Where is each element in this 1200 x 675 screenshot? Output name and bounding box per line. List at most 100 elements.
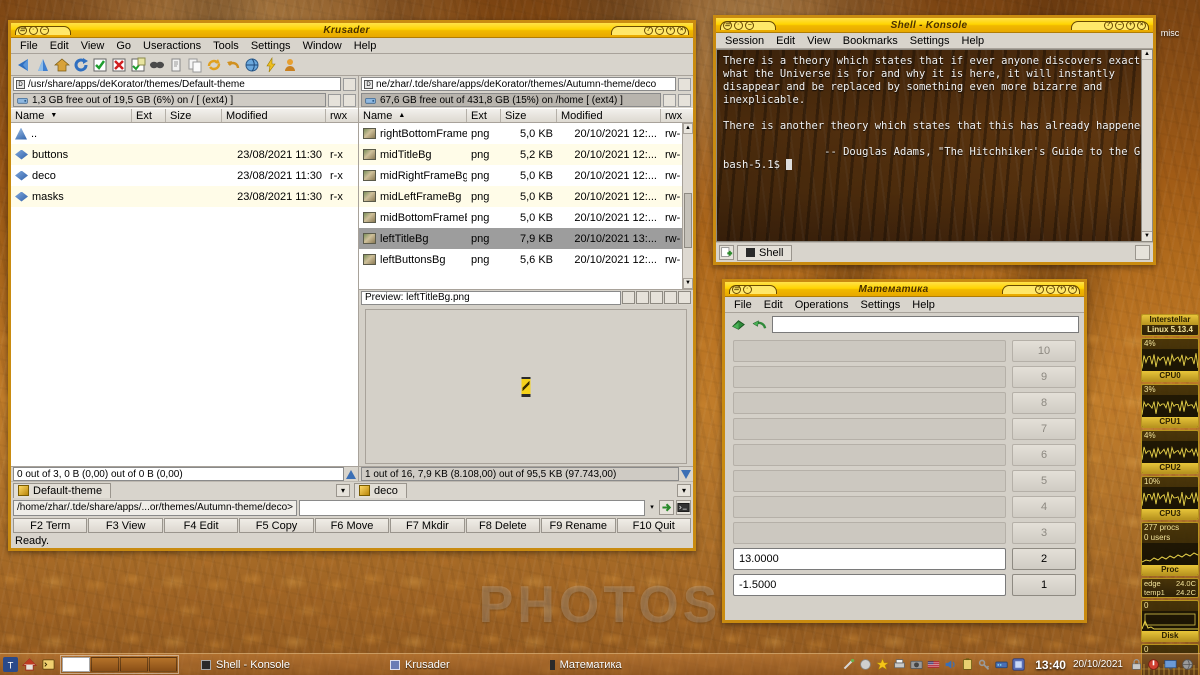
palette-icon[interactable]: [678, 291, 691, 304]
menu-button[interactable]: ☰: [18, 26, 27, 35]
calc-menu-button[interactable]: ☰: [732, 285, 741, 294]
new-icon[interactable]: [730, 317, 747, 332]
table-row[interactable]: buttons 23/08/2021 11:30 r-x: [11, 144, 358, 165]
menu-icon[interactable]: T: [3, 657, 18, 672]
calculator-value-field[interactable]: [733, 366, 1006, 388]
right-header-size[interactable]: Size: [501, 109, 557, 122]
left-history-button[interactable]: [328, 94, 341, 107]
menu-window[interactable]: Window: [297, 39, 348, 53]
krusader-titlebar[interactable]: ☰ ◦ ‒ Krusader ? ‒ + ×: [11, 23, 693, 38]
calculator-window[interactable]: ☰ ◦ Математика ? ‒ + × File Edit Operati…: [722, 279, 1087, 623]
konsole-maximize-button[interactable]: +: [1126, 21, 1135, 30]
table-row[interactable]: rightBottomFrameBgpng5,0 KB20/10/2021 12…: [359, 123, 693, 144]
shade-button[interactable]: ‒: [40, 26, 49, 35]
undo-icon[interactable]: [751, 317, 768, 332]
sticky-button[interactable]: ◦: [29, 26, 38, 35]
menu-useractions[interactable]: Useractions: [137, 39, 207, 53]
desktop-4[interactable]: [149, 657, 177, 672]
calculator-index-button[interactable]: 3: [1012, 522, 1076, 544]
unselect-group-icon[interactable]: [111, 57, 127, 73]
calculator-value-field[interactable]: 13.0000: [733, 548, 1006, 570]
table-row[interactable]: midRightFrameBg png 5,0 KB 20/10/2021 12:..…: [359, 165, 693, 186]
right-header-ext[interactable]: Ext: [467, 109, 501, 122]
volume-icon[interactable]: [944, 658, 957, 671]
refresh-icon[interactable]: [73, 57, 89, 73]
fkey-f4-edit[interactable]: F4 Edit: [164, 518, 238, 533]
camera-icon[interactable]: [910, 658, 923, 671]
krusader-menubar[interactable]: File Edit View Go Useractions Tools Sett…: [11, 38, 693, 54]
left-path-input[interactable]: D /usr/share/apps/deKorator/themes/Defau…: [13, 77, 341, 91]
calculator-row[interactable]: 4: [733, 496, 1076, 518]
krusader-command-row[interactable]: /home/zhar/.tde/share/apps/...or/themes/…: [11, 498, 693, 517]
chevron-down-icon[interactable]: ▾: [647, 500, 657, 516]
calculator-value-field[interactable]: [733, 418, 1006, 440]
info-icon[interactable]: [622, 291, 635, 304]
right-path-input[interactable]: D ne/zhar/.tde/share/apps/deKorator/them…: [361, 77, 676, 91]
fkey-f7-mkdir[interactable]: F7 Mkdir: [390, 518, 464, 533]
table-row[interactable]: leftTitleBg png 7,9 KB 20/10/2021 13:... rw-: [359, 228, 693, 249]
taskbar-task-calculator[interactable]: Математика: [542, 656, 630, 673]
back-icon[interactable]: [16, 57, 32, 73]
left-header-rwx[interactable]: rwx: [326, 109, 358, 122]
root-mode-icon[interactable]: [282, 57, 298, 73]
battery-icon[interactable]: [961, 658, 974, 671]
calc-sticky-button[interactable]: ◦: [743, 285, 752, 294]
left-header-name[interactable]: Name ▼: [11, 109, 132, 122]
key-icon[interactable]: [978, 658, 991, 671]
left-column-headers[interactable]: Name ▼ Ext Size Modified rwx: [11, 108, 358, 123]
menu-go[interactable]: Go: [110, 39, 137, 53]
select-group-icon[interactable]: [92, 57, 108, 73]
calc-help-button[interactable]: ?: [1035, 285, 1044, 294]
menu-file[interactable]: File: [14, 39, 44, 53]
taskbar-task-krusader[interactable]: Krusader: [382, 656, 458, 673]
right-path-row[interactable]: D ne/zhar/.tde/share/apps/deKorator/them…: [359, 76, 693, 92]
scroll-up-icon[interactable]: ▲: [683, 123, 693, 134]
calculator-index-button[interactable]: 6: [1012, 444, 1076, 466]
table-row[interactable]: deco 23/08/2021 11:30 r-x: [11, 165, 358, 186]
left-file-list[interactable]: .. buttons 23/08/2021 11:30 r-x deco 23/08/20…: [11, 123, 358, 466]
konsole-window[interactable]: ☰ ◦ ‒ Shell - Konsole ? ‒ + × Session Ed…: [713, 15, 1156, 265]
properties-icon[interactable]: [168, 57, 184, 73]
taskbar-task-konsole[interactable]: Shell - Konsole: [193, 656, 298, 673]
calc-menu-edit[interactable]: Edit: [758, 298, 789, 312]
right-file-list[interactable]: ▲ ▼ rightBottomFrameBgpng5,0 KB20/10/202…: [359, 123, 693, 289]
calculator-index-button[interactable]: 1: [1012, 574, 1076, 596]
quick-search-icon[interactable]: [263, 57, 279, 73]
menu-help[interactable]: Help: [348, 39, 383, 53]
right-header-rwx[interactable]: rwx: [661, 109, 693, 122]
compare-icon[interactable]: [149, 57, 165, 73]
krusader-window[interactable]: ☰ ◦ ‒ Krusader ? ‒ + × File Edit View Go…: [8, 20, 696, 551]
calculator-row[interactable]: 5: [733, 470, 1076, 492]
konsole-menu-help[interactable]: Help: [956, 34, 991, 48]
left-panel[interactable]: D /usr/share/apps/deKorator/themes/Defau…: [11, 76, 359, 481]
invert-selection-icon[interactable]: [130, 57, 146, 73]
printer-icon[interactable]: [893, 658, 906, 671]
right-path-browse-button[interactable]: [678, 78, 691, 91]
left-tab-list-button[interactable]: ▾: [336, 484, 350, 497]
reload-icon[interactable]: [650, 291, 663, 304]
calc-menu-settings[interactable]: Settings: [855, 298, 907, 312]
new-session-icon[interactable]: [719, 245, 734, 260]
calculator-row[interactable]: 3: [733, 522, 1076, 544]
konsole-icon[interactable]: [41, 657, 56, 672]
app-icon[interactable]: [1012, 658, 1025, 671]
left-tabs[interactable]: Default-theme ▾: [11, 482, 352, 498]
lock-icon[interactable]: [1130, 658, 1143, 671]
right-tab-deco[interactable]: deco: [354, 483, 407, 498]
home-icon[interactable]: [54, 57, 70, 73]
calculator-index-button[interactable]: 2: [1012, 548, 1076, 570]
konsole-session-bar[interactable]: Shell: [716, 242, 1153, 262]
krusader-function-keys[interactable]: F2 Term F3 View F4 Edit F5 Copy F6 Move …: [11, 517, 693, 534]
maximize-button[interactable]: +: [666, 26, 675, 35]
taskbar-clock[interactable]: 13:40: [1032, 658, 1069, 672]
star-icon[interactable]: [876, 658, 889, 671]
left-header-ext[interactable]: Ext: [132, 109, 166, 122]
calculator-row[interactable]: 13.0000 2: [733, 548, 1076, 570]
krusader-toolbar[interactable]: [11, 54, 693, 76]
klipper-icon[interactable]: [842, 658, 855, 671]
close-button[interactable]: ×: [677, 26, 686, 35]
fkey-f3-view[interactable]: F3 View: [88, 518, 162, 533]
calculator-value-field[interactable]: [733, 496, 1006, 518]
konsole-shade-button[interactable]: ‒: [745, 21, 754, 30]
calculator-index-button[interactable]: 9: [1012, 366, 1076, 388]
